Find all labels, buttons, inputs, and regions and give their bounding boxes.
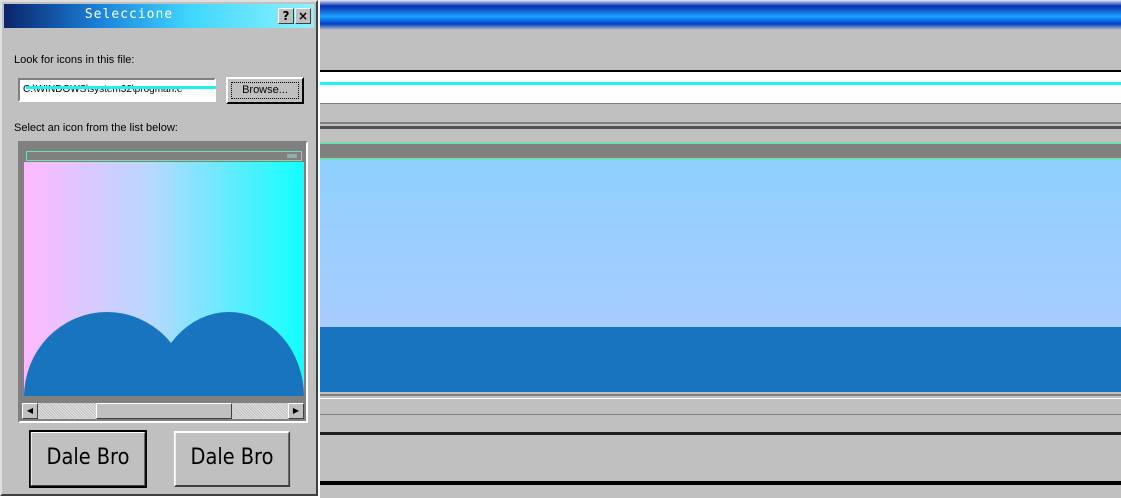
scroll-right-button[interactable]: ▶ <box>288 403 304 419</box>
icon-preview[interactable] <box>24 162 304 396</box>
icon-list[interactable]: ◀ ▶ <box>18 141 308 423</box>
icon-picker-dialog: Seleccione ? × Look for icons in this fi… <box>0 0 318 496</box>
divider <box>320 126 1121 129</box>
dialog-title: Seleccione <box>84 7 174 22</box>
divider <box>320 414 1121 415</box>
dale-bro-button-2[interactable]: Dale Bro <box>173 431 291 487</box>
arrow-left-icon: ◀ <box>26 406 34 415</box>
divider <box>320 481 1121 485</box>
list-label: Select an icon from the list below: <box>14 122 178 134</box>
dialog-titlebar[interactable]: Seleccione ? × <box>4 4 314 28</box>
dale-bro-button-1[interactable]: Dale Bro <box>29 430 147 488</box>
icon-file-input[interactable]: C:\WINDOWS\system32\progman.e <box>18 78 216 102</box>
divider <box>320 432 1121 435</box>
scribble-mark <box>26 86 216 89</box>
scribble-mark <box>320 82 1121 85</box>
preview-titlebar <box>26 151 302 161</box>
help-button[interactable]: ? <box>278 8 294 24</box>
scroll-thumb[interactable] <box>96 403 232 419</box>
background-address-bar[interactable] <box>320 70 1121 104</box>
file-label: Look for icons in this file: <box>14 54 135 66</box>
divider <box>320 394 1121 396</box>
horizontal-scrollbar[interactable]: ◀ ▶ <box>22 403 304 419</box>
close-button[interactable]: × <box>295 8 311 24</box>
divider <box>320 122 1121 124</box>
arrow-right-icon: ▶ <box>292 406 300 415</box>
browse-label: Browse... <box>242 84 288 96</box>
divider <box>320 398 1121 399</box>
browse-button[interactable]: Browse... <box>226 77 304 104</box>
panel-ground <box>320 327 1121 392</box>
panel-titlebar <box>320 142 1121 160</box>
hill-shape <box>154 312 304 396</box>
close-icon: × <box>297 9 309 23</box>
panel-sky <box>320 160 1121 327</box>
scroll-left-button[interactable]: ◀ <box>22 403 38 419</box>
help-icon: ? <box>282 9 290 23</box>
background-window <box>320 0 1121 498</box>
background-titlebar <box>320 0 1121 30</box>
